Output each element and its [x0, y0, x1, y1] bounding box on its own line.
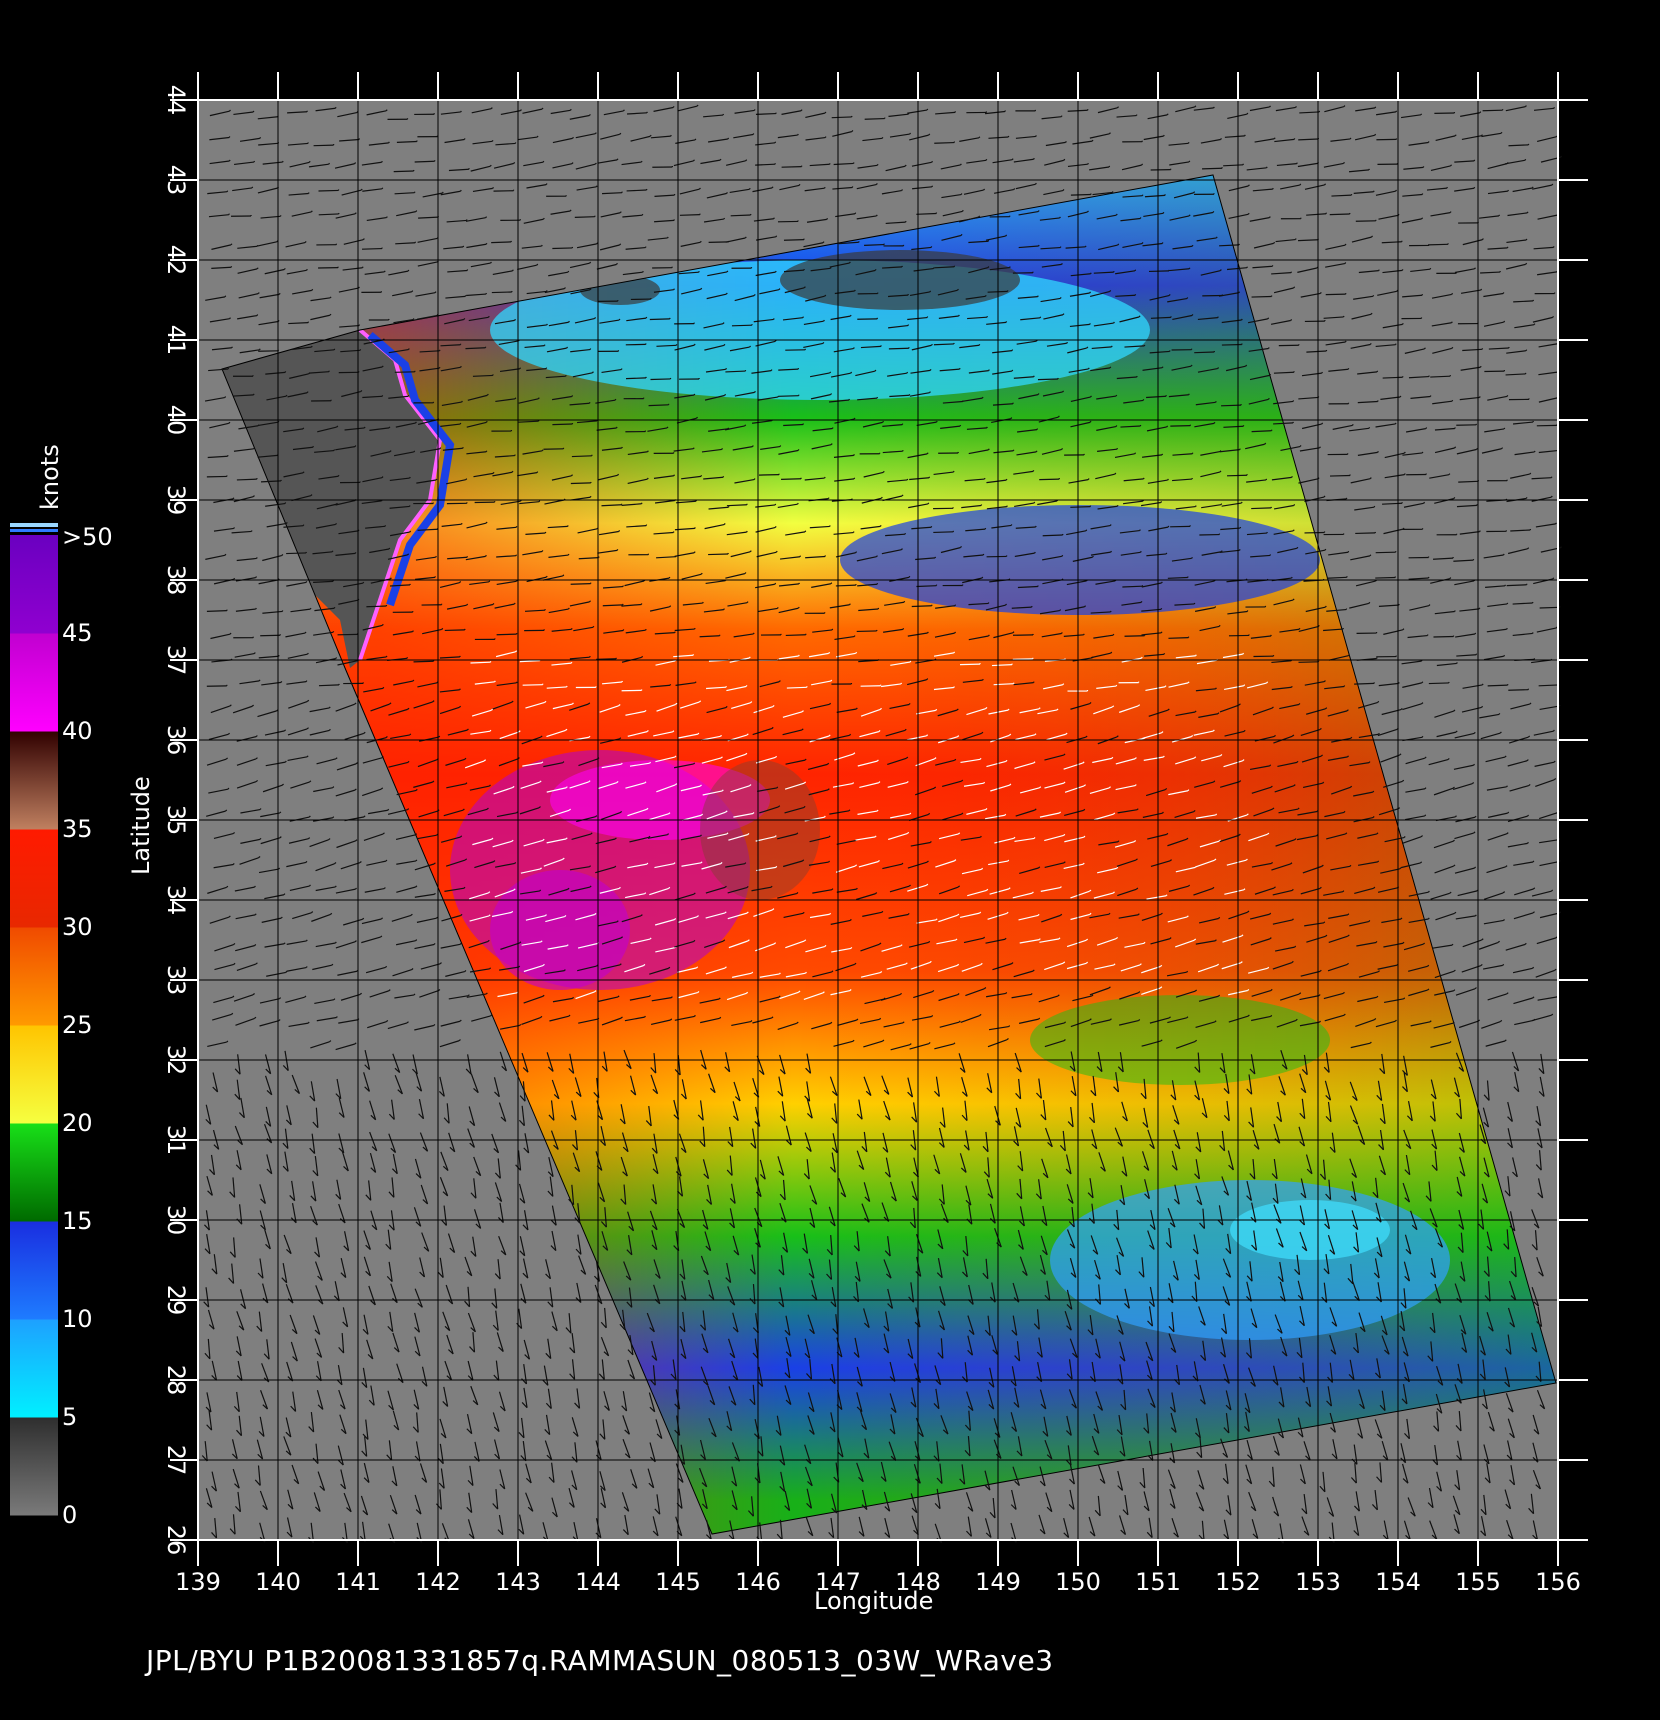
colorbar-unit: knots	[36, 444, 64, 510]
colorbar-band	[10, 731, 58, 830]
x-tick-label: 152	[1215, 1568, 1261, 1596]
y-tick-label: 42	[162, 245, 190, 276]
colorbar-label: 0	[62, 1501, 77, 1529]
x-tick-label: 146	[735, 1568, 781, 1596]
y-tick-label: 44	[162, 85, 190, 116]
colorbar-band	[10, 1025, 58, 1124]
y-tick-label: 31	[162, 1125, 190, 1156]
colorbar-label: 40	[62, 717, 93, 745]
colorbar-label: 20	[62, 1109, 93, 1137]
y-tick-label: 34	[162, 885, 190, 916]
colorbar-band	[10, 535, 58, 634]
x-tick-label: 143	[495, 1568, 541, 1596]
colorbar-band	[10, 927, 58, 1026]
x-tick-label: 154	[1375, 1568, 1421, 1596]
x-tick-label: 144	[575, 1568, 621, 1596]
colorbar-label: 45	[62, 619, 93, 647]
y-tick-label: 28	[162, 1365, 190, 1396]
colorbar-label: 25	[62, 1011, 93, 1039]
x-tick-label: 140	[255, 1568, 301, 1596]
y-tick-label: 35	[162, 805, 190, 836]
y-tick-label: 43	[162, 165, 190, 196]
x-axis-title: Longitude	[814, 1587, 933, 1615]
colorbar	[10, 535, 58, 1516]
x-tick-label: 153	[1295, 1568, 1341, 1596]
x-tick-label: 141	[335, 1568, 381, 1596]
colorbar-labels: 0 5 10 15 20 25 30 35 40 45 >50	[62, 523, 113, 1529]
y-tick-label: 41	[162, 325, 190, 356]
colorbar-label: 15	[62, 1207, 93, 1235]
colorbar-band	[10, 829, 58, 928]
x-tick-label: 150	[1055, 1568, 1101, 1596]
x-tick-label: 151	[1135, 1568, 1181, 1596]
x-tick-label: 142	[415, 1568, 461, 1596]
y-tick-label: 29	[162, 1285, 190, 1316]
colorbar-band	[10, 1319, 58, 1418]
y-tick-label: 33	[162, 965, 190, 996]
y-tick-label: 37	[162, 645, 190, 676]
y-tick-label: 26	[162, 1525, 190, 1556]
colorbar-band	[10, 633, 58, 732]
colorbar-label: >50	[62, 523, 113, 551]
y-tick-label: 27	[162, 1445, 190, 1476]
colorbar-band	[10, 1123, 58, 1222]
colorbar-band	[10, 1417, 58, 1516]
y-tick-labels: 26 27 28 29 30 31 32 33 34 35 36 37 38 39 40 41 42 43 44	[162, 85, 190, 1556]
colorbar-label: 5	[62, 1403, 77, 1431]
y-tick-label: 36	[162, 725, 190, 756]
colorbar-label: 10	[62, 1305, 93, 1333]
figure-footer: JPL/BYU P1B20081331857q.RAMMASUN_080513_…	[146, 1644, 1054, 1677]
wind-map-figure: 139 140 141 142 143 144 145 146 147 148 149 150 151 1…	[10, 72, 1588, 1615]
colorbar-label: 35	[62, 815, 93, 843]
y-tick-label: 32	[162, 1045, 190, 1076]
y-axis-title: Latitude	[127, 776, 155, 875]
colorbar-band	[10, 1221, 58, 1320]
y-tick-label: 30	[162, 1205, 190, 1236]
colorbar-top-cap	[10, 523, 58, 527]
x-tick-label: 156	[1535, 1568, 1581, 1596]
x-tick-label: 145	[655, 1568, 701, 1596]
x-tick-label: 155	[1455, 1568, 1501, 1596]
x-tick-label: 149	[975, 1568, 1021, 1596]
y-tick-label: 39	[162, 485, 190, 516]
colorbar-label: 30	[62, 913, 93, 941]
calm-zone-south	[1050, 1180, 1450, 1340]
y-tick-label: 38	[162, 565, 190, 596]
y-tick-label: 40	[162, 405, 190, 436]
x-tick-label: 139	[175, 1568, 221, 1596]
